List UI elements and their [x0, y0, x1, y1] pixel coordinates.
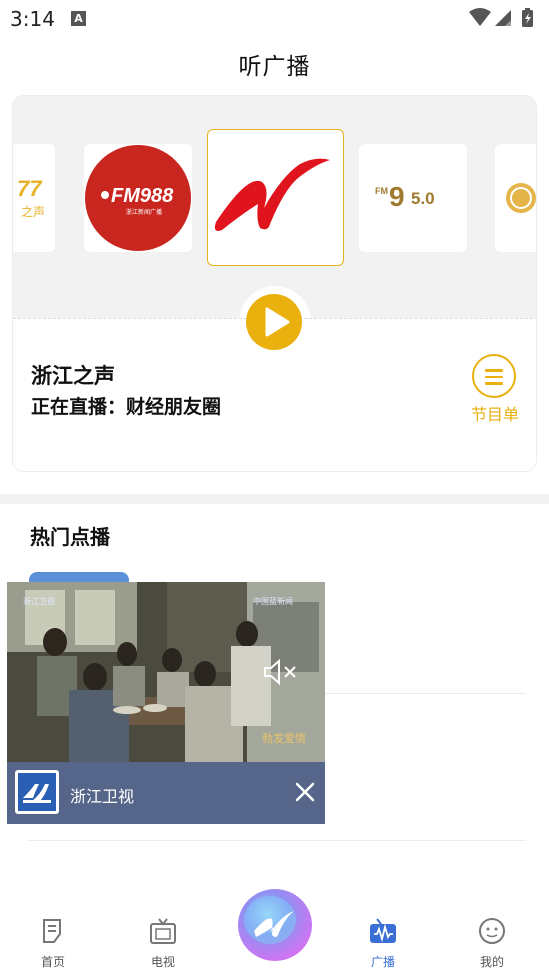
status-time: 3:14	[10, 7, 55, 31]
station-logo-partial-left: 77 之声	[17, 176, 45, 219]
nav-label-radio: 广播	[370, 955, 395, 969]
nav-label-home: 首页	[40, 955, 65, 969]
zjtv-logo-icon	[18, 773, 56, 811]
schedule-button[interactable]: 节目单	[465, 354, 531, 424]
wifi-icon	[469, 8, 491, 26]
svg-text:浙江新闻广播: 浙江新闻广播	[126, 208, 162, 216]
nav-label-tv: 电视	[150, 955, 175, 969]
video-watermark-right: 中国蓝新闻	[253, 596, 293, 606]
play-button[interactable]	[246, 294, 302, 350]
list-icon	[472, 354, 516, 398]
close-icon[interactable]	[292, 779, 318, 805]
mute-icon[interactable]	[263, 658, 299, 686]
station-logo-partial-right	[506, 183, 536, 213]
fm95-logo-icon: FM 9 5.0	[375, 181, 435, 212]
play-icon	[265, 307, 290, 337]
current-station-name: 浙江之声	[31, 363, 115, 388]
profile-icon	[479, 918, 505, 944]
center-logo-button[interactable]	[236, 885, 314, 963]
svg-text:FM: FM	[375, 186, 388, 196]
station-carousel[interactable]: 77 之声 FM988 浙江新闻广播 FM 9 5.0	[13, 96, 536, 318]
station-card-zhejiang-voice[interactable]	[207, 129, 344, 266]
video-caption: 勃发爱情	[262, 732, 306, 745]
svg-text:FM988: FM988	[111, 185, 174, 207]
status-bar: 3:14 A	[0, 0, 549, 36]
station-card-partial-right[interactable]	[495, 144, 536, 252]
channel-logo	[15, 770, 59, 814]
radio-card: 77 之声 FM988 浙江新闻广播 FM 9 5.0 浙江之声 正在直播：财经…	[12, 95, 537, 472]
radio-icon	[370, 918, 396, 943]
svg-text:77: 77	[17, 176, 43, 201]
battery-icon	[522, 8, 533, 27]
channel-name: 浙江卫视	[70, 787, 135, 806]
svg-text:之声: 之声	[21, 205, 45, 219]
fm988-logo-icon: FM988 浙江新闻广播	[85, 145, 191, 251]
nav-item-radio[interactable]: 广播	[348, 915, 418, 973]
broadcast-page: 3:14 A 听广播 77 之声 FM988 浙江新闻广播 FM 9 5.0 浙…	[0, 0, 549, 976]
floating-video-player[interactable]: 浙江卫视 中国蓝新闻 勃发爱情 浙江卫视	[7, 582, 325, 824]
zhejiang-voice-logo-icon	[214, 158, 330, 231]
nav-label-profile: 我的	[479, 955, 504, 969]
tv-icon	[150, 918, 176, 944]
page-title: 听广播	[238, 54, 311, 80]
nav-item-profile[interactable]: 我的	[457, 915, 527, 973]
home-doc-icon	[43, 919, 61, 943]
notification-icon: A	[71, 11, 86, 26]
station-card-fm95[interactable]: FM 9 5.0	[359, 144, 467, 252]
hot-section-title: 热门点播	[30, 525, 110, 549]
video-frame[interactable]: 浙江卫视 中国蓝新闻 勃发爱情	[7, 582, 325, 762]
video-watermark-left: 浙江卫视	[23, 596, 55, 606]
svg-text:9: 9	[389, 181, 405, 212]
status-icons	[469, 8, 533, 27]
now-playing-text: 正在直播：财经朋友圈	[31, 396, 222, 418]
list-divider	[28, 840, 526, 841]
nav-item-home[interactable]: 首页	[18, 915, 88, 973]
nav-item-tv[interactable]: 电视	[128, 915, 198, 973]
schedule-label: 节目单	[470, 405, 519, 424]
station-card-fm988[interactable]: FM988 浙江新闻广播	[84, 144, 192, 252]
svg-text:5.0: 5.0	[411, 189, 435, 208]
station-card-partial-left[interactable]: 77 之声	[13, 144, 55, 252]
section-divider	[0, 494, 549, 504]
channel-bar[interactable]: 浙江卫视	[7, 762, 325, 824]
signal-icon	[495, 10, 511, 26]
